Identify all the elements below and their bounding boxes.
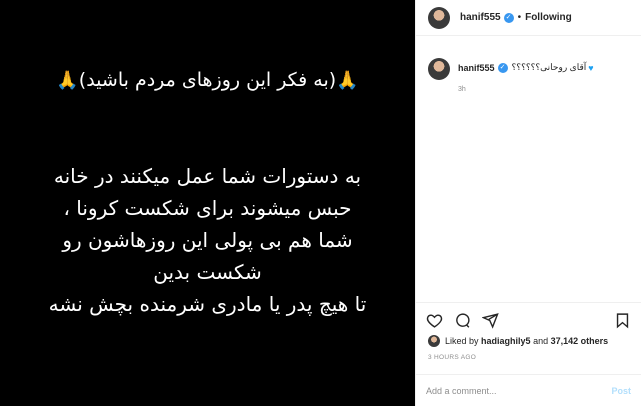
likes-and: and [533,336,549,346]
image-body-line: شما هم بی پولی این روزهاشون رو [62,228,353,252]
image-body-line: شکست بدین [153,260,262,284]
praying-hands-icon: 🙏 [56,70,79,91]
image-title-line: 🙏(به فکر این روزهای مردم باشید)🙏 [0,66,415,95]
image-body-line: به دستورات شما عمل میکنند در خانه [53,164,362,188]
post-timestamp[interactable]: 3 HOURS AGO [428,354,476,361]
following-button[interactable]: Following [525,12,572,23]
avatar[interactable] [428,6,450,29]
post-side-panel: hanif555 ✓ • Following hanif555 ✓ آقای ر… [415,0,641,406]
image-body: به دستورات شما عمل میکنند در خانه حبس می… [0,160,415,320]
avatar[interactable] [428,58,450,80]
caption-time[interactable]: 3h [458,86,594,93]
likes-line: Liked by hadiaghily5 and 37,142 others [428,335,608,347]
bookmark-icon[interactable] [614,312,631,329]
caption-comment: hanif555 ✓ آقای روحانی؟؟؟؟؟؟ ♥ 3h [416,58,641,93]
image-body-line: تا هیچ پدر یا مادری شرمنده بچش نشه [48,292,367,316]
comment-box: Post [416,374,641,406]
post-image: 🙏(به فکر این روزهای مردم باشید)🙏 به دستو… [0,0,415,406]
header-username[interactable]: hanif555 [460,12,501,23]
image-body-line: حبس میشوند برای شکست کرونا ، [63,196,352,220]
likes-prefix: Liked by [445,336,479,346]
image-title: (به فکر این روزهای مردم باشید) [78,69,337,91]
post-header: hanif555 ✓ • Following [416,0,641,36]
likes-user[interactable]: hadiaghily5 [481,336,531,346]
caption-username[interactable]: hanif555 [458,63,495,73]
comment-icon[interactable] [454,312,471,329]
post-button[interactable]: Post [611,386,631,396]
likes-count[interactable]: 37,142 others [551,336,609,346]
caption-text: آقای روحانی؟؟؟؟؟؟ [511,62,587,72]
action-bar [416,302,641,338]
avatar[interactable] [428,335,440,347]
caption-line: hanif555 ✓ آقای روحانی؟؟؟؟؟؟ ♥ [458,62,594,73]
verified-icon: ✓ [497,62,508,73]
verified-icon: ✓ [503,12,514,23]
caption-body: hanif555 ✓ آقای روحانی؟؟؟؟؟؟ ♥ 3h [458,62,594,93]
blue-heart-icon: ♥ [588,62,594,73]
share-icon[interactable] [482,312,499,329]
comment-input[interactable] [426,385,612,396]
praying-hands-icon: 🙏 [336,70,359,91]
separator-dot: • [517,12,522,23]
heart-icon[interactable] [426,312,443,329]
